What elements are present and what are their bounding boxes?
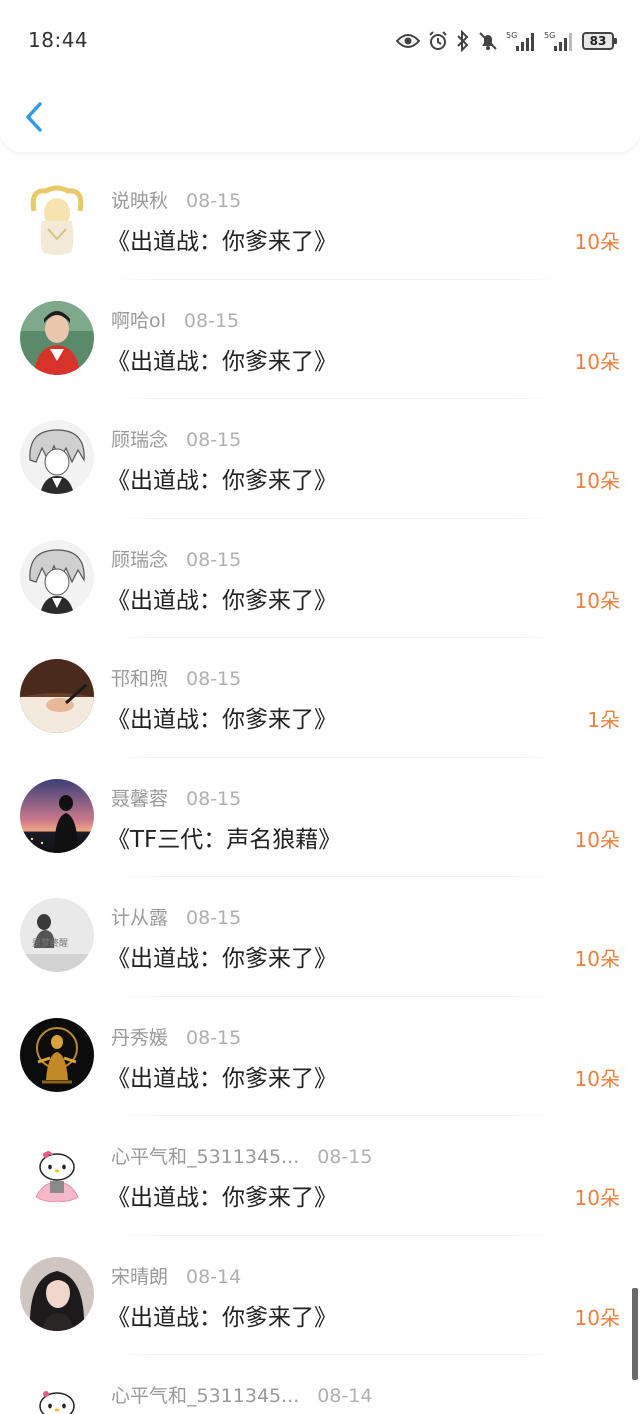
item-date: 08-15 [186,548,242,571]
bluetooth-icon [456,30,470,52]
status-icons: 5G 5G 83 [396,28,617,54]
user-name[interactable]: 计从露 [111,907,168,929]
gift-amount: 10朵 [574,349,620,374]
item-date: 08-15 [186,787,242,810]
avatar [20,300,94,375]
book-title[interactable]: 《出道战：你爹来了》 [107,700,337,734]
book-title[interactable]: 《TF三代：声名狼藉》 [107,820,341,854]
signal-5g-icon: 5G [506,30,536,52]
item-date: 08-15 [186,190,242,212]
back-button[interactable] [18,98,50,138]
gift-amount: 10朵 [574,1186,620,1210]
item-date: 08-14 [186,1265,242,1288]
battery-icon: 83 [582,32,617,50]
status-bar: 18:44 5G 5G 83 [0,0,640,80]
chevron-left-icon [18,102,50,142]
avatar: 是梦终醒 [20,898,94,972]
user-name[interactable]: 说映秋 [111,190,168,212]
battery-level: 83 [589,34,607,48]
alarm-icon [428,31,448,51]
list-item[interactable]: 心平气和_5311345... 08-14 [0,1355,640,1414]
item-meta: 顾瑞念 08-15 [111,425,241,452]
gift-amount: 10朵 [574,1305,620,1330]
user-name[interactable]: 顾瑞念 [111,429,168,451]
eye-icon [396,33,420,49]
item-date: 08-15 [183,309,240,332]
avatar [20,1017,94,1092]
user-name[interactable]: 心平气和_5311345... [111,1146,299,1168]
book-title[interactable]: 《出道战：你爹来了》 [107,1059,337,1093]
item-meta: 邗和煦 08-15 [111,664,241,691]
avatar [20,539,94,614]
item-date: 08-15 [317,1146,373,1168]
item-meta: 丹秀媛 08-15 [111,1023,241,1050]
gift-amount: 1朵 [587,708,620,732]
list-item[interactable]: 是梦终醒 计从露 08-15 《出道战：你爹来了》 10朵 [0,877,640,997]
gift-amount: 10朵 [574,588,620,613]
scrollbar-thumb[interactable] [632,1288,638,1380]
item-meta: 心平气和_5311345... 08-14 [111,1381,372,1408]
gift-amount: 10朵 [574,827,620,852]
gift-list: 说映秋 08-15 《出道战：你爹来了》 10朵 啊哈ol 08-15 《出道战：你… [0,160,640,1414]
item-date: 08-15 [186,429,242,451]
user-name[interactable]: 啊哈ol [111,310,166,332]
gift-amount: 10朵 [574,469,620,493]
list-item[interactable]: 说映秋 08-15 《出道战：你爹来了》 10朵 [0,160,640,280]
item-date: 08-14 [317,1385,373,1407]
avatar [20,420,94,494]
user-name[interactable]: 邗和煦 [111,668,168,690]
book-title[interactable]: 《出道战：你爹来了》 [107,222,337,256]
avatar [20,1376,94,1414]
list-item[interactable]: 丹秀媛 08-15 《出道战：你爹来了》 10朵 [0,997,640,1116]
avatar [20,659,94,733]
svg-text:5G: 5G [506,31,517,40]
list-item[interactable]: 啊哈ol 08-15 《出道战：你爹来了》 10朵 [0,280,640,399]
item-date: 08-15 [186,1026,242,1049]
book-title[interactable]: 《出道战：你爹来了》 [107,581,337,615]
list-item[interactable]: 顾瑞念 08-15 《出道战：你爹来了》 10朵 [0,399,640,519]
gift-amount: 10朵 [574,947,620,971]
signal-5g-icon: 5G [544,30,574,52]
status-time: 18:44 [28,28,89,52]
list-item[interactable]: 聂馨蓉 08-15 《TF三代：声名狼藉》 10朵 [0,758,640,877]
list-item[interactable]: 顾瑞念 08-15 《出道战：你爹来了》 10朵 [0,519,640,638]
list-item[interactable]: 邗和煦 08-15 《出道战：你爹来了》 1朵 [0,638,640,758]
mute-bell-icon [478,31,498,51]
item-meta: 啊哈ol 08-15 [111,306,239,333]
list-item[interactable]: 宋晴朗 08-14 《出道战：你爹来了》 10朵 [0,1236,640,1355]
item-meta: 说映秋 08-15 [111,186,241,213]
avatar [20,1256,94,1331]
screen: 18:44 5G 5G 83 说映秋 08-15 《出道战：你爹来了》 10朵 … [0,0,640,1414]
item-meta: 顾瑞念 08-15 [111,545,241,572]
book-title[interactable]: 《出道战：你爹来了》 [107,342,337,376]
item-meta: 宋晴朗 08-14 [111,1262,241,1289]
gift-amount: 10朵 [574,1066,620,1091]
list-item[interactable]: 心平气和_5311345... 08-15 《出道战：你爹来了》 10朵 [0,1116,640,1236]
avatar [20,778,94,853]
avatar-caption: 是梦终醒 [32,937,68,949]
book-title[interactable]: 《出道战：你爹来了》 [107,1298,337,1332]
user-name[interactable]: 丹秀媛 [111,1027,168,1049]
user-name[interactable]: 心平气和_5311345... [111,1385,299,1407]
book-title[interactable]: 《出道战：你爹来了》 [107,461,337,495]
item-date: 08-15 [186,668,242,690]
item-meta: 心平气和_5311345... 08-15 [111,1142,372,1169]
user-name[interactable]: 聂馨蓉 [111,788,168,810]
user-name[interactable]: 宋晴朗 [111,1266,168,1288]
avatar [20,1137,94,1211]
book-title[interactable]: 《出道战：你爹来了》 [107,939,337,973]
item-meta: 聂馨蓉 08-15 [111,784,241,811]
item-date: 08-15 [186,907,242,929]
gift-amount: 10朵 [574,230,620,254]
avatar [20,181,94,255]
top-bar: 18:44 5G 5G 83 [0,0,640,152]
book-title[interactable]: 《出道战：你爹来了》 [107,1178,337,1212]
user-name[interactable]: 顾瑞念 [111,549,168,571]
svg-text:5G: 5G [544,31,555,40]
item-meta: 计从露 08-15 [111,903,241,930]
